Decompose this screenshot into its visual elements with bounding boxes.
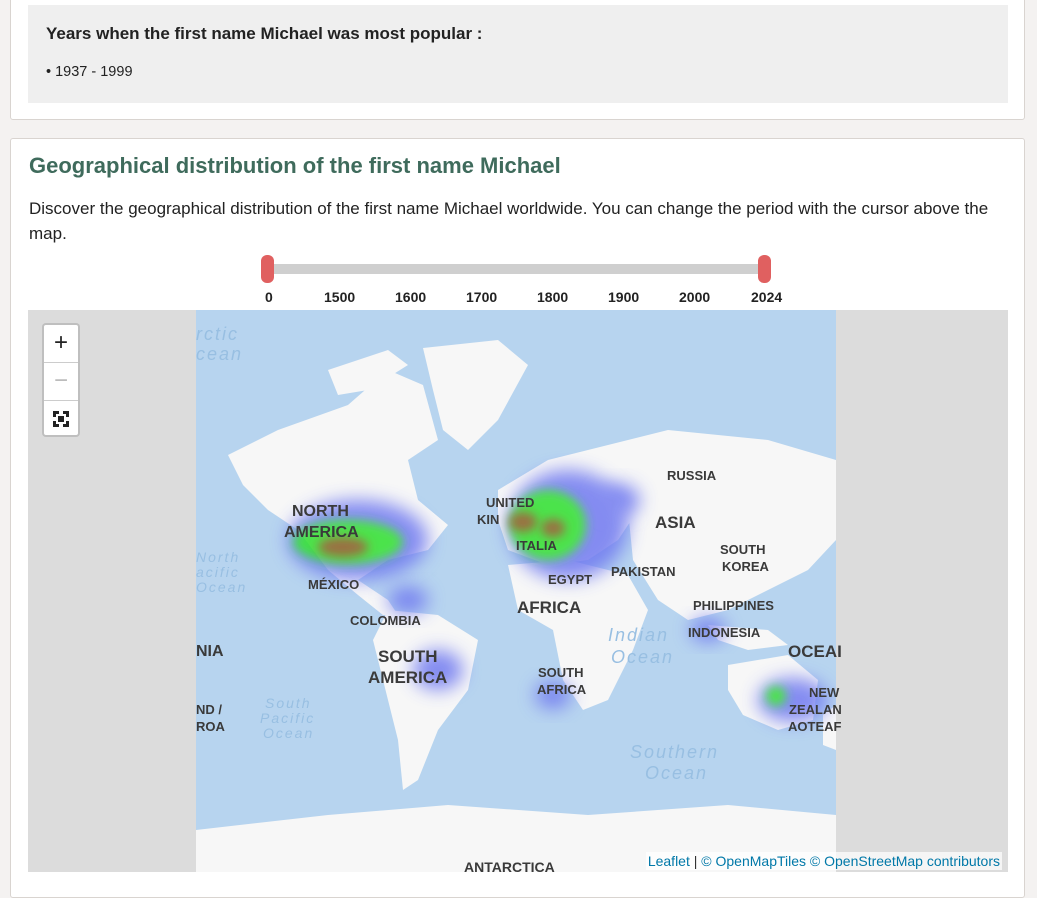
label-antarctica: ANTARCTICA <box>464 859 555 872</box>
slider-handle-max[interactable] <box>758 255 771 283</box>
heat-blob-peak <box>541 519 565 537</box>
heat-blob-low <box>596 484 640 516</box>
label-arctic-ocean: rctic <box>196 324 239 344</box>
slider-tick: 2000 <box>679 289 711 305</box>
label-north-america: AMERICA <box>284 524 359 541</box>
popular-years-title: Years when the first name Michael was mo… <box>46 24 483 43</box>
geo-distribution-card: Geographical distribution of the first n… <box>10 138 1025 898</box>
slider-tick: 1600 <box>395 289 427 305</box>
label-south-america: AMERICA <box>368 668 448 687</box>
map-edge-right <box>836 310 1008 872</box>
label-southern-ocean: Southern <box>630 742 720 762</box>
label-north-pacific: acific <box>196 564 240 580</box>
label-italia: ITALIA <box>516 538 557 553</box>
leaflet-link[interactable]: Leaflet <box>648 853 690 869</box>
label-roa: ROA <box>196 719 225 734</box>
label-pakistan: PAKISTAN <box>611 564 676 579</box>
geo-title: Geographical distribution of the first n… <box>29 153 561 178</box>
label-asia: ASIA <box>655 513 696 532</box>
label-south-korea: SOUTH <box>720 542 766 557</box>
label-indian-ocean: Ocean <box>611 647 675 667</box>
heat-blob-high <box>766 686 786 706</box>
map-attribution: Leaflet | © OpenMapTiles © OpenStreetMap… <box>645 852 1002 870</box>
slider-tick: 1900 <box>608 289 640 305</box>
label-indian-ocean: Indian <box>608 625 670 645</box>
label-united-kingdom: KIN <box>477 512 500 527</box>
label-philippines: PHILIPPINES <box>693 598 774 613</box>
popular-years-card: Years when the first name Michael was mo… <box>10 0 1025 120</box>
geo-description: Discover the geographical distribution o… <box>29 199 989 243</box>
label-south-pacific: South <box>265 695 312 711</box>
label-oceania: OCEAI <box>788 642 842 661</box>
popular-years-item: • 1937 - 1999 <box>46 64 133 80</box>
slider-track[interactable] <box>267 264 765 274</box>
label-south-africa: AFRICA <box>537 682 587 697</box>
label-mexico: MÉXICO <box>308 577 360 592</box>
period-slider[interactable] <box>261 255 771 285</box>
slider-handle-min[interactable] <box>261 255 274 283</box>
heat-blob-peak <box>509 512 537 532</box>
slider-tick: 1700 <box>466 289 498 305</box>
slider-tick: 1500 <box>324 289 356 305</box>
label-arctic-ocean: cean <box>196 344 244 364</box>
map-tiles[interactable] <box>28 310 1008 872</box>
attribution-separator: | <box>689 853 702 869</box>
label-south-america: SOUTH <box>378 647 438 666</box>
label-egypt: EGYPT <box>548 572 593 587</box>
zoom-out-button[interactable]: − <box>44 363 78 401</box>
label-south-pacific: Pacific <box>260 710 316 726</box>
openmaptiles-link[interactable]: © OpenMapTiles <box>701 853 806 869</box>
label-new-zealand: ZEALAN <box>789 702 842 717</box>
popular-years-box: Years when the first name Michael was mo… <box>28 5 1008 103</box>
label-colombia: COLOMBIA <box>350 613 421 628</box>
label-africa: AFRICA <box>517 598 582 617</box>
slider-tick: 1800 <box>537 289 569 305</box>
label-new-zealand: AOTEAF <box>788 719 842 734</box>
slider-tick: 2024 <box>751 289 783 305</box>
label-nia: NIA <box>196 643 224 660</box>
label-indonesia: INDONESIA <box>688 625 761 640</box>
fullscreen-icon <box>53 411 69 427</box>
label-north-america: NORTH <box>292 503 349 520</box>
zoom-in-button[interactable]: + <box>44 325 78 363</box>
label-north-pacific: Ocean <box>196 579 248 595</box>
heat-blob-low <box>388 586 428 614</box>
zoom-control: + − <box>42 323 80 437</box>
fullscreen-button[interactable] <box>44 401 78 438</box>
openstreetmap-link[interactable]: © OpenStreetMap contributors <box>810 853 1000 869</box>
label-nd: ND / <box>196 702 222 717</box>
label-southern-ocean: Ocean <box>645 763 709 783</box>
slider-tick: 0 <box>265 289 273 305</box>
label-north-pacific: North <box>196 549 241 565</box>
world-map[interactable]: rctic cean North acific Ocean South Paci… <box>28 310 1008 872</box>
label-south-pacific: Ocean <box>263 725 315 741</box>
label-russia: RUSSIA <box>667 468 717 483</box>
label-south-africa: SOUTH <box>538 665 584 680</box>
label-united-kingdom: UNITED <box>486 495 535 510</box>
label-south-korea: KOREA <box>722 559 769 574</box>
label-new-zealand: NEW <box>809 685 840 700</box>
